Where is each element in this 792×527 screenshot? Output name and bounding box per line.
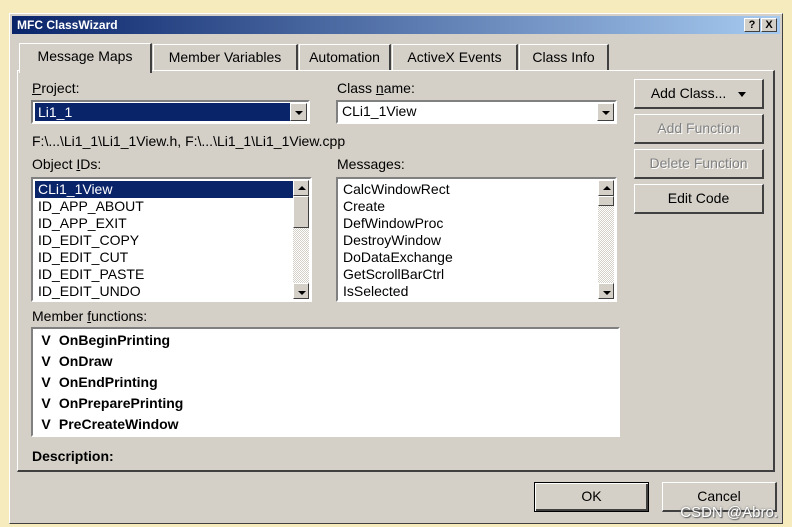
- dropdown-arrow-icon: [738, 91, 747, 97]
- chevron-up-icon: [603, 186, 611, 190]
- function-name: PreCreateWindow: [58, 416, 179, 432]
- virtual-mark: V: [41, 353, 51, 369]
- chevron-down-icon: [603, 291, 611, 295]
- list-item[interactable]: V OnBeginPrinting: [37, 330, 170, 351]
- add-class-label: Add Class...: [650, 85, 727, 101]
- list-item[interactable]: ID_EDIT_PASTE: [35, 266, 144, 283]
- add-function-button[interactable]: Add Function: [634, 114, 764, 144]
- virtual-mark: V: [41, 395, 51, 411]
- list-item[interactable]: CalcWindowRect: [340, 181, 450, 198]
- title-bar[interactable]: MFC ClassWizard ? X: [12, 16, 780, 34]
- tab-member-variables[interactable]: Member Variables: [153, 44, 298, 70]
- function-name: OnPreparePrinting: [58, 395, 184, 411]
- list-item[interactable]: DestroyWindow: [340, 232, 441, 249]
- virtual-mark: V: [41, 416, 51, 432]
- messages-label: Messages:: [337, 156, 405, 172]
- chevron-up-icon: [298, 186, 306, 190]
- list-item[interactable]: DefWindowProc: [340, 215, 443, 232]
- tab-class-info[interactable]: Class Info: [519, 44, 609, 70]
- edit-code-button[interactable]: Edit Code: [634, 184, 764, 214]
- list-item[interactable]: ID_EDIT_CUT: [35, 249, 128, 266]
- member-functions-list[interactable]: V OnBeginPrinting V OnDraw V OnEndPrinti…: [31, 327, 620, 437]
- object-ids-scrollbar[interactable]: [293, 180, 309, 299]
- file-path: F:\...\Li1_1\Li1_1View.h, F:\...\Li1_1\L…: [32, 133, 346, 149]
- messages-list[interactable]: CalcWindowRect Create DefWindowProc Dest…: [336, 177, 617, 302]
- scroll-up-button[interactable]: [598, 180, 614, 196]
- list-item[interactable]: V OnDraw: [37, 351, 113, 372]
- watermark: CSDN @Abro.: [680, 504, 778, 521]
- list-item[interactable]: Create: [340, 198, 385, 215]
- function-name: OnBeginPrinting: [58, 332, 171, 348]
- scroll-down-button[interactable]: [293, 283, 309, 299]
- messages-scrollbar[interactable]: [598, 180, 614, 299]
- class-name-label: Class name:: [337, 80, 415, 96]
- member-functions-label: Member functions:: [32, 308, 148, 324]
- object-ids-list[interactable]: CLi1_1View ID_APP_ABOUT ID_APP_EXIT ID_E…: [31, 177, 312, 302]
- project-dropdown-button[interactable]: [290, 103, 307, 121]
- project-combo[interactable]: Li1_1: [31, 100, 310, 124]
- list-item[interactable]: GetScrollBarCtrl: [340, 266, 444, 283]
- description-label: Description:: [32, 448, 114, 464]
- ok-button[interactable]: OK: [534, 482, 649, 512]
- class-name-dropdown-button[interactable]: [597, 103, 614, 121]
- chevron-down-icon: [298, 291, 306, 295]
- window-title: MFC ClassWizard: [17, 18, 118, 32]
- add-class-button[interactable]: Add Class...: [634, 79, 764, 109]
- scroll-up-button[interactable]: [293, 180, 309, 196]
- list-item[interactable]: V PreCreateWindow: [37, 414, 179, 435]
- list-item[interactable]: ID_EDIT_UNDO: [35, 283, 141, 300]
- list-item[interactable]: V OnEndPrinting: [37, 372, 158, 393]
- function-name: OnEndPrinting: [58, 374, 158, 390]
- chevron-down-icon: [602, 111, 610, 115]
- delete-function-button[interactable]: Delete Function: [634, 149, 764, 179]
- help-button[interactable]: ?: [744, 18, 760, 32]
- project-label: Project:: [32, 80, 80, 96]
- list-item[interactable]: V OnPreparePrinting: [37, 393, 183, 414]
- list-item[interactable]: ID_APP_EXIT: [35, 215, 127, 232]
- list-item[interactable]: DoDataExchange: [340, 249, 453, 266]
- tab-activex-events[interactable]: ActiveX Events: [392, 44, 518, 70]
- virtual-mark: V: [41, 374, 51, 390]
- tab-automation[interactable]: Automation: [299, 44, 391, 70]
- close-button[interactable]: X: [761, 18, 777, 32]
- list-item[interactable]: CLi1_1View: [35, 181, 293, 198]
- tab-message-maps[interactable]: Message Maps: [19, 43, 152, 73]
- scroll-down-button[interactable]: [598, 283, 614, 299]
- list-item[interactable]: ID_EDIT_COPY: [35, 232, 139, 249]
- project-value: Li1_1: [35, 103, 290, 121]
- scroll-thumb[interactable]: [598, 196, 614, 206]
- chevron-down-icon: [295, 111, 303, 115]
- function-name: OnDraw: [58, 353, 113, 369]
- list-item[interactable]: ID_APP_ABOUT: [35, 198, 144, 215]
- list-item[interactable]: IsSelected: [340, 283, 408, 300]
- object-ids-label: Object IDs:: [32, 156, 102, 172]
- class-name-combo[interactable]: CLi1_1View: [336, 100, 617, 124]
- scroll-thumb[interactable]: [293, 196, 309, 228]
- class-name-value: CLi1_1View: [342, 103, 417, 119]
- virtual-mark: V: [41, 332, 51, 348]
